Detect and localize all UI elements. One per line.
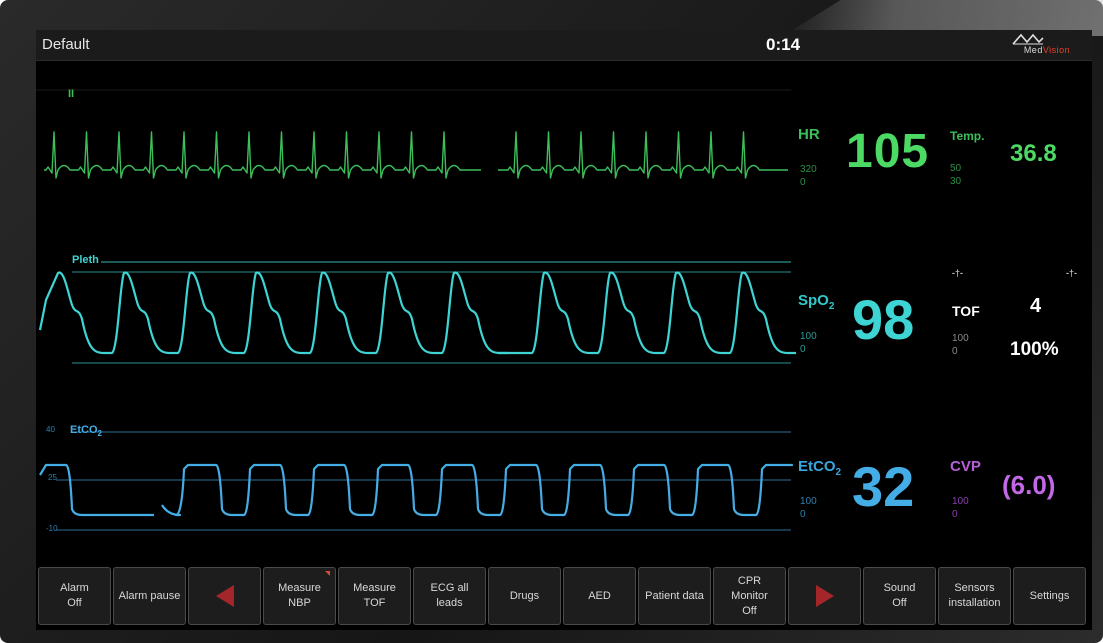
ecg-all-leads-button[interactable]: ECG all leads bbox=[413, 567, 486, 625]
etco2-scale-top: 40 bbox=[46, 425, 55, 434]
temp-value[interactable]: 36.8 bbox=[1010, 140, 1057, 168]
spo2-value[interactable]: 98 bbox=[852, 287, 914, 352]
etco2-label-sub: 2 bbox=[835, 467, 842, 478]
measure-tof-button[interactable]: Measure TOF bbox=[338, 567, 411, 625]
tof-label: TOF bbox=[952, 303, 980, 319]
scroll-left-button[interactable] bbox=[188, 567, 261, 625]
sensors-installation-button[interactable]: Sensors installation bbox=[938, 567, 1011, 625]
spo2-label: SpO2 bbox=[798, 292, 834, 312]
etco2-wave-label[interactable]: EtCO2 bbox=[70, 424, 102, 438]
hr-value[interactable]: 105 bbox=[846, 124, 929, 179]
spo2-alarm-high: 100 bbox=[800, 331, 817, 342]
etco2-alarm-high: 100 bbox=[800, 496, 817, 507]
alarm-off-button[interactable]: Alarm Off bbox=[38, 567, 111, 625]
pleth-trace-segment bbox=[38, 271, 508, 355]
tof-alarm-low: 0 bbox=[952, 346, 958, 357]
monitor-screen: Default 0:14 MedVision II HR 320 0 105 T… bbox=[36, 30, 1092, 630]
ecg-lead-label[interactable]: II bbox=[68, 88, 74, 100]
sound-off-button[interactable]: Sound Off bbox=[863, 567, 936, 625]
pleth-trace-segment bbox=[498, 271, 796, 355]
pleth-wave-label[interactable]: Pleth bbox=[70, 254, 101, 266]
etco2-wave-label-text: EtCO bbox=[70, 424, 98, 436]
pin-icon-right: -†- bbox=[1066, 268, 1077, 278]
ecg-trace-segment bbox=[498, 131, 788, 179]
scroll-right-button[interactable] bbox=[788, 567, 861, 625]
etco2-value[interactable]: 32 bbox=[852, 454, 914, 519]
etco2-wave-label-sub: 2 bbox=[97, 429, 102, 439]
etco2-trace-segment bbox=[39, 463, 154, 517]
cvp-label: CVP bbox=[950, 458, 981, 475]
tof-ratio[interactable]: 100% bbox=[1010, 339, 1059, 361]
left-arrow-icon bbox=[215, 585, 234, 607]
cvp-alarm-low: 0 bbox=[952, 509, 958, 520]
alert-flag-icon bbox=[325, 571, 330, 576]
measure-nbp-button[interactable]: Measure NBP bbox=[263, 567, 336, 625]
temp-alarm-high: 50 bbox=[950, 163, 962, 174]
hr-alarm-high: 320 bbox=[800, 164, 817, 175]
cvp-alarm-high: 100 bbox=[952, 496, 969, 507]
etco2-alarm-low: 0 bbox=[800, 509, 806, 520]
spo2-label-sub: 2 bbox=[828, 301, 835, 312]
aed-button[interactable]: AED bbox=[563, 567, 636, 625]
settings-button[interactable]: Settings bbox=[1013, 567, 1086, 625]
etco2-label-text: EtCO bbox=[798, 458, 836, 475]
measure-nbp-label: Measure NBP bbox=[278, 582, 321, 609]
etco2-label: EtCO2 bbox=[798, 458, 841, 478]
hr-alarm-low: 0 bbox=[800, 177, 806, 188]
pleth-waveform bbox=[38, 271, 796, 355]
tof-count[interactable]: 4 bbox=[1030, 295, 1041, 318]
tof-alarm-high: 100 bbox=[952, 333, 969, 344]
etco2-scale-bottom: -10 bbox=[46, 524, 58, 533]
etco2-trace-segment bbox=[161, 463, 794, 517]
hr-label: HR bbox=[798, 126, 820, 143]
drugs-button[interactable]: Drugs bbox=[488, 567, 561, 625]
etco2-waveform bbox=[39, 463, 794, 517]
ecg-waveform bbox=[44, 131, 788, 179]
cpr-monitor-button[interactable]: CPR Monitor Off bbox=[713, 567, 786, 625]
temp-label: Temp. bbox=[950, 129, 985, 143]
etco2-scale-mid: 25 bbox=[48, 473, 57, 482]
ecg-trace-segment bbox=[44, 131, 481, 179]
pin-icon: -†- bbox=[952, 268, 963, 278]
spo2-alarm-low: 0 bbox=[800, 344, 806, 355]
right-arrow-icon bbox=[815, 585, 834, 607]
waveform-area bbox=[36, 89, 796, 531]
temp-alarm-low: 30 bbox=[950, 176, 962, 187]
alarm-pause-button[interactable]: Alarm pause bbox=[113, 567, 186, 625]
patient-data-button[interactable]: Patient data bbox=[638, 567, 711, 625]
bottom-toolbar: Alarm Off Alarm pause Measure NBP Measur… bbox=[36, 567, 1092, 627]
spo2-label-text: SpO bbox=[798, 292, 829, 309]
cvp-value[interactable]: (6.0) bbox=[1002, 470, 1055, 501]
